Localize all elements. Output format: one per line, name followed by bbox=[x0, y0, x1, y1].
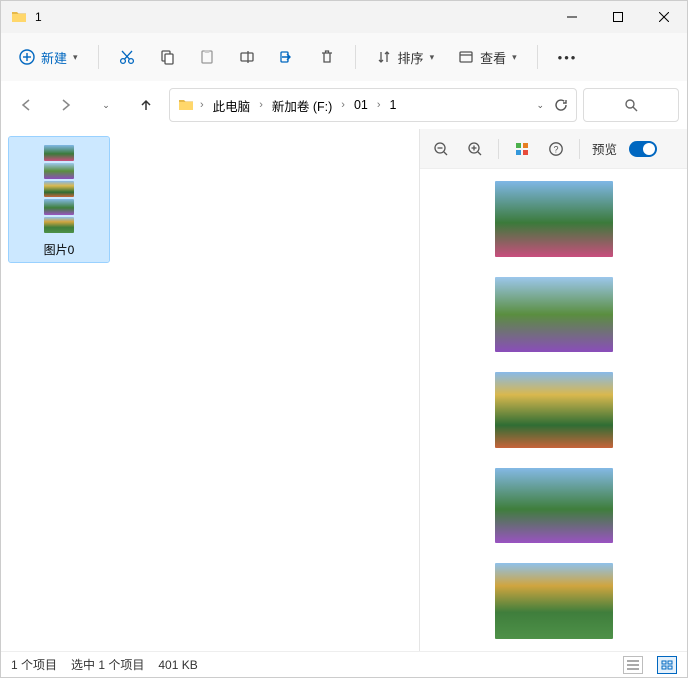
preview-image bbox=[495, 563, 613, 639]
zoom-in-icon bbox=[467, 141, 483, 157]
preview-image bbox=[495, 468, 613, 544]
preview-image bbox=[495, 277, 613, 353]
paste-button[interactable] bbox=[189, 39, 225, 75]
plus-circle-icon bbox=[19, 49, 35, 65]
separator bbox=[579, 139, 580, 159]
zoom-in-button[interactable] bbox=[464, 138, 486, 160]
help-icon: ? bbox=[548, 141, 564, 157]
sort-button[interactable]: 排序 ▾ bbox=[366, 39, 445, 75]
refresh-icon[interactable] bbox=[554, 98, 568, 112]
trash-icon bbox=[319, 49, 335, 65]
search-icon bbox=[624, 98, 638, 112]
preview-body[interactable] bbox=[420, 169, 687, 651]
copy-icon bbox=[159, 49, 175, 65]
view-label: 查看 bbox=[480, 48, 506, 67]
zoom-out-icon bbox=[433, 141, 449, 157]
status-selected-count: 选中 1 个项目 bbox=[71, 656, 144, 673]
view-button[interactable]: 查看 ▾ bbox=[448, 39, 527, 75]
folder-icon bbox=[11, 9, 27, 25]
rename-button[interactable] bbox=[229, 39, 265, 75]
toolbar: 新建 ▾ 排序 ▾ 查看 ▾ ••• bbox=[1, 33, 687, 81]
chevron-down-icon[interactable]: ⌄ bbox=[536, 100, 544, 111]
svg-text:?: ? bbox=[553, 144, 558, 154]
file-name: 图片0 bbox=[44, 241, 75, 258]
up-button[interactable] bbox=[129, 88, 163, 122]
close-button[interactable] bbox=[641, 1, 687, 33]
status-bar: 1 个项目 选中 1 个项目 401 KB bbox=[1, 651, 687, 677]
chevron-down-icon: ⌄ bbox=[102, 100, 110, 111]
address-bar[interactable]: › 此电脑 › 新加卷 (F:) › 01 › 1 ⌄ bbox=[169, 88, 577, 122]
preview-image bbox=[495, 181, 613, 257]
content-area: 图片0 ? 预览 bbox=[1, 129, 687, 651]
list-icon bbox=[627, 660, 639, 670]
forward-button[interactable] bbox=[49, 88, 83, 122]
sort-label: 排序 bbox=[398, 48, 424, 67]
separator bbox=[498, 139, 499, 159]
search-box[interactable] bbox=[583, 88, 679, 122]
thumbnails-view-button[interactable] bbox=[657, 656, 677, 674]
preview-pane: ? 预览 bbox=[419, 129, 687, 651]
chevron-down-icon: ▾ bbox=[512, 52, 517, 63]
chevron-right-icon: › bbox=[341, 99, 345, 111]
sort-icon bbox=[376, 49, 392, 65]
breadcrumb-item[interactable]: 01 bbox=[351, 96, 371, 114]
preview-toolbar: ? 预览 bbox=[420, 129, 687, 169]
arrow-right-icon bbox=[59, 98, 73, 112]
scissors-icon bbox=[119, 49, 135, 65]
separator bbox=[98, 45, 99, 69]
status-size: 401 KB bbox=[158, 658, 197, 672]
window-controls bbox=[549, 1, 687, 33]
recent-button[interactable]: ⌄ bbox=[89, 88, 123, 122]
delete-button[interactable] bbox=[309, 39, 345, 75]
more-button[interactable]: ••• bbox=[548, 39, 588, 75]
grid-view-icon bbox=[661, 660, 673, 670]
maximize-button[interactable] bbox=[595, 1, 641, 33]
share-icon bbox=[279, 49, 295, 65]
file-list[interactable]: 图片0 bbox=[1, 129, 419, 651]
chevron-right-icon: › bbox=[377, 99, 381, 111]
window-title: 1 bbox=[35, 10, 549, 24]
file-item[interactable]: 图片0 bbox=[9, 137, 109, 262]
zoom-out-button[interactable] bbox=[430, 138, 452, 160]
clipboard-icon bbox=[199, 49, 215, 65]
share-button[interactable] bbox=[269, 39, 305, 75]
address-row: ⌄ › 此电脑 › 新加卷 (F:) › 01 › 1 ⌄ bbox=[1, 81, 687, 129]
file-thumbnail bbox=[19, 141, 99, 237]
cut-button[interactable] bbox=[109, 39, 145, 75]
chevron-right-icon: › bbox=[259, 99, 263, 111]
copy-button[interactable] bbox=[149, 39, 185, 75]
rename-icon bbox=[239, 49, 255, 65]
view-icon bbox=[458, 49, 474, 65]
chevron-right-icon: › bbox=[200, 99, 204, 111]
arrow-left-icon bbox=[19, 98, 33, 112]
back-button[interactable] bbox=[9, 88, 43, 122]
title-bar: 1 bbox=[1, 1, 687, 33]
preview-toggle-label: 预览 bbox=[592, 139, 617, 158]
breadcrumb-item[interactable]: 新加卷 (F:) bbox=[269, 94, 335, 117]
help-button[interactable]: ? bbox=[545, 138, 567, 160]
apps-button[interactable] bbox=[511, 138, 533, 160]
preview-toggle[interactable] bbox=[629, 141, 657, 157]
breadcrumb-item[interactable]: 1 bbox=[387, 96, 400, 114]
ellipsis-icon: ••• bbox=[558, 50, 578, 65]
chevron-down-icon: ▾ bbox=[73, 52, 78, 63]
status-item-count: 1 个项目 bbox=[11, 656, 57, 673]
folder-icon bbox=[178, 97, 194, 113]
preview-image bbox=[495, 372, 613, 448]
separator bbox=[537, 45, 538, 69]
grid-icon bbox=[514, 141, 530, 157]
new-button[interactable]: 新建 ▾ bbox=[9, 39, 88, 75]
new-label: 新建 bbox=[41, 48, 67, 67]
arrow-up-icon bbox=[139, 98, 153, 112]
separator bbox=[355, 45, 356, 69]
chevron-down-icon: ▾ bbox=[430, 52, 435, 63]
details-view-button[interactable] bbox=[623, 656, 643, 674]
breadcrumb-item[interactable]: 此电脑 bbox=[210, 94, 254, 117]
minimize-button[interactable] bbox=[549, 1, 595, 33]
